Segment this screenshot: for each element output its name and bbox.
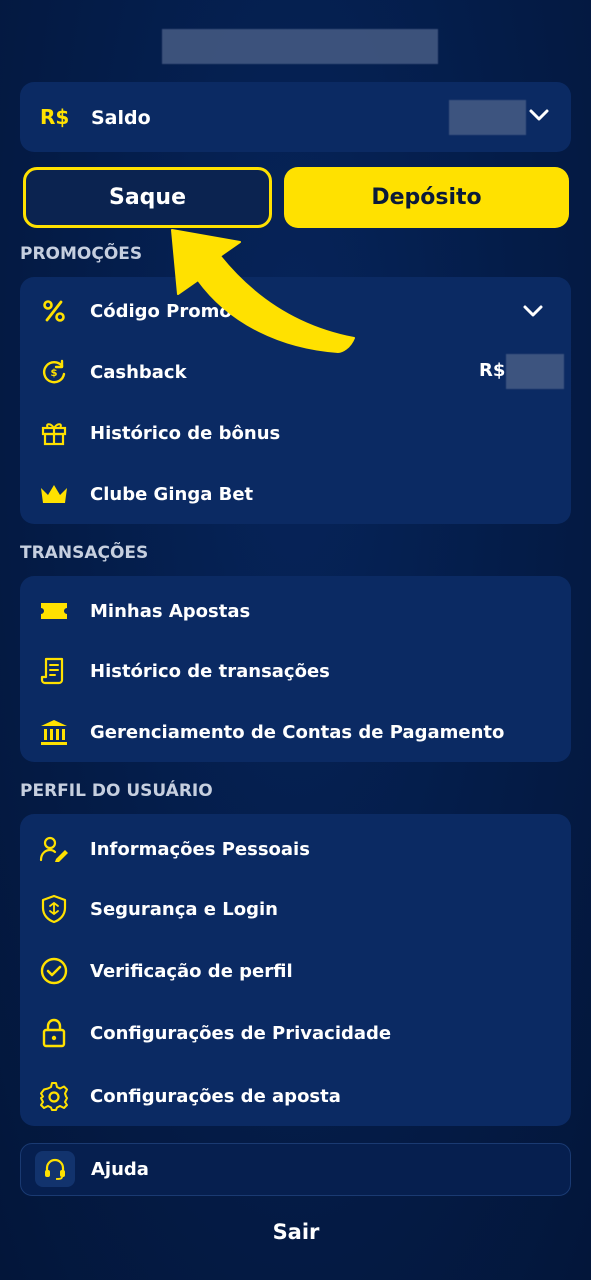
gear-icon — [38, 1080, 70, 1112]
deposit-label: Depósito — [371, 185, 482, 210]
username-blurred — [162, 29, 438, 64]
bonus-history-item[interactable]: Histórico de bônus — [20, 403, 571, 463]
transactions-title: TRANSAÇÕES — [20, 543, 149, 563]
club-item[interactable]: Clube Ginga Bet — [20, 464, 571, 524]
currency-symbol: R$ — [40, 105, 70, 129]
security-login-label: Segurança e Login — [90, 898, 278, 920]
security-login-item[interactable]: Segurança e Login — [20, 879, 571, 939]
payment-accounts-item[interactable]: Gerenciamento de Contas de Pagamento — [20, 702, 571, 762]
check-circle-icon — [38, 955, 70, 987]
help-label: Ajuda — [91, 1159, 149, 1180]
chevron-down-icon[interactable] — [522, 303, 544, 319]
crown-icon — [38, 478, 70, 510]
receipt-icon — [38, 655, 70, 687]
cashback-value-blurred — [506, 354, 564, 389]
arrow-annotation — [171, 229, 355, 353]
cashback-currency: R$ — [479, 360, 506, 381]
help-item[interactable]: Ajuda — [20, 1143, 571, 1196]
gift-icon — [38, 417, 70, 449]
profile-card: Informações Pessoais Segurança e Login V… — [20, 814, 571, 1126]
lock-icon — [38, 1017, 70, 1049]
cashback-label: Cashback — [90, 361, 187, 383]
transaction-history-item[interactable]: Histórico de transações — [20, 641, 571, 701]
transactions-card: Minhas Apostas Histórico de transações G… — [20, 576, 571, 762]
profile-verification-item[interactable]: Verificação de perfil — [20, 941, 571, 1001]
headset-icon — [35, 1151, 75, 1187]
profile-verification-label: Verificação de perfil — [90, 960, 293, 982]
club-label: Clube Ginga Bet — [90, 483, 254, 505]
withdraw-label: Saque — [108, 185, 187, 210]
deposit-button[interactable]: Depósito — [284, 167, 569, 228]
privacy-settings-label: Configurações de Privacidade — [90, 1022, 392, 1044]
profile-title: PERFIL DO USUÁRIO — [20, 781, 213, 801]
transaction-history-label: Histórico de transações — [90, 660, 330, 682]
ticket-icon — [38, 595, 70, 627]
balance-value-blurred — [449, 100, 526, 135]
personal-info-label: Informações Pessoais — [90, 838, 310, 860]
balance-label: Saldo — [91, 107, 151, 129]
logout-button[interactable]: Sair — [245, 1214, 347, 1250]
logout-label: Sair — [272, 1220, 320, 1244]
cashback-icon: $ — [38, 356, 70, 388]
bank-icon — [38, 716, 70, 748]
withdraw-button[interactable]: Saque — [23, 167, 272, 228]
personal-info-item[interactable]: Informações Pessoais — [20, 819, 571, 879]
shield-icon — [38, 893, 70, 925]
bet-settings-label: Configurações de aposta — [90, 1085, 341, 1107]
my-bets-label: Minhas Apostas — [90, 600, 251, 622]
my-bets-item[interactable]: Minhas Apostas — [20, 581, 571, 641]
bet-settings-item[interactable]: Configurações de aposta — [20, 1066, 571, 1126]
chevron-down-icon[interactable] — [528, 107, 550, 123]
promotions-title: PROMOÇÕES — [20, 244, 143, 264]
payment-accounts-label: Gerenciamento de Contas de Pagamento — [90, 721, 505, 743]
user-edit-icon — [38, 833, 70, 865]
percent-icon — [38, 295, 70, 327]
svg-text:$: $ — [51, 368, 58, 379]
balance-card[interactable]: R$ Saldo — [20, 82, 571, 152]
privacy-settings-item[interactable]: Configurações de Privacidade — [20, 1003, 571, 1063]
bonus-history-label: Histórico de bônus — [90, 422, 281, 444]
